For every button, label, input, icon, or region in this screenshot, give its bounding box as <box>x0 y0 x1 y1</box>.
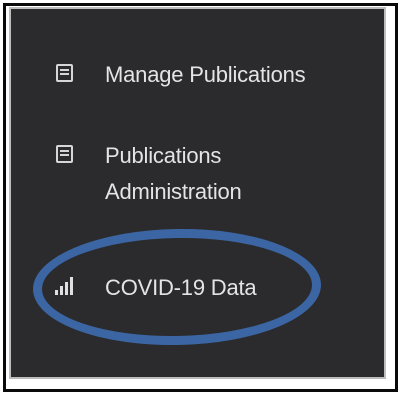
sidebar-item-publications-administration[interactable]: Publications Administration <box>11 137 384 217</box>
sidebar-menu: Manage Publications Publications Adminis… <box>9 7 386 379</box>
document-icon <box>56 64 73 82</box>
sidebar-item-label: COVID-19 Data <box>105 275 257 300</box>
bar-chart-icon <box>55 277 75 295</box>
sidebar-item-label: Manage Publications <box>105 62 306 87</box>
document-icon <box>56 145 73 163</box>
sidebar-item-covid-19-data[interactable]: COVID-19 Data <box>11 267 384 311</box>
sidebar-item-label-line2: Administration <box>105 179 242 204</box>
sidebar-item-manage-publications[interactable]: Manage Publications <box>11 55 384 99</box>
sidebar-item-label-line1: Publications <box>105 143 222 168</box>
